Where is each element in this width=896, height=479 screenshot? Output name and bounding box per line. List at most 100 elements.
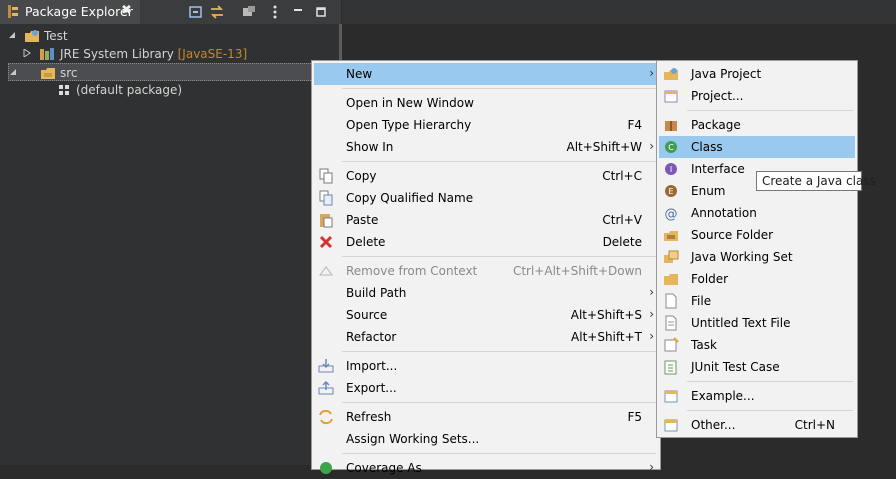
menu-item-open-in-new-window[interactable]: Open in New Window — [314, 92, 658, 114]
menu-item-paste[interactable]: Paste Ctrl+V — [314, 209, 658, 231]
tree-item-jre-library[interactable]: JRE System Library [JavaSE-13] — [0, 45, 339, 63]
menu-item-accelerator: Ctrl+C — [602, 169, 642, 183]
project-label: Test — [44, 29, 68, 43]
tooltip: Create a Java class — [756, 171, 876, 191]
collapse-all-icon[interactable] — [188, 4, 204, 20]
svg-text:I: I — [670, 165, 672, 174]
menu-item-new[interactable]: New › — [314, 63, 658, 85]
copy-icon — [319, 168, 333, 184]
default-package-label: (default package) — [76, 83, 183, 97]
menu-separator — [342, 402, 656, 403]
svg-text:C: C — [668, 143, 674, 152]
menu-item-label: New — [346, 67, 373, 81]
menu-item-copy[interactable]: Copy Ctrl+C — [314, 165, 658, 187]
source-folder-icon — [41, 68, 55, 79]
menu-item-label: Copy Qualified Name — [346, 191, 474, 205]
junit-test-case-icon — [664, 360, 677, 375]
view-menu-icon[interactable] — [267, 4, 283, 20]
tree-item-src[interactable]: src — [8, 63, 339, 81]
menu-item-accelerator: Ctrl+N — [794, 418, 835, 432]
tree-item-project[interactable]: Test — [0, 27, 339, 45]
submenu-item-example[interactable]: Example... — [659, 385, 855, 407]
menu-item-label: Assign Working Sets... — [346, 432, 480, 446]
menu-separator — [687, 410, 853, 411]
collapsed-twisty-icon[interactable] — [23, 49, 31, 57]
tab-title: Package Explorer — [25, 4, 133, 19]
menu-item-label: JUnit Test Case — [691, 360, 780, 374]
menu-item-accelerator: Alt+Shift+T — [571, 330, 642, 344]
package-icon — [59, 85, 69, 95]
copy-qualified-name-icon — [319, 190, 333, 206]
tree-item-default-package[interactable]: (default package) — [0, 81, 339, 99]
menu-item-label: Other... — [691, 418, 736, 432]
submenu-item-package[interactable]: Package — [659, 114, 855, 136]
submenu-arrow-icon: › — [649, 307, 654, 321]
menu-item-refresh[interactable]: Refresh F5 — [314, 406, 658, 428]
menu-item-label: Coverage As — [346, 461, 422, 475]
submenu-item-java-working-set[interactable]: Java Working Set — [659, 246, 855, 268]
menu-separator — [342, 453, 656, 454]
menu-item-source[interactable]: Source Alt+Shift+S › — [314, 304, 658, 326]
maximize-icon[interactable] — [313, 4, 329, 20]
menu-item-open-type-hierarchy[interactable]: Open Type Hierarchy F4 — [314, 114, 658, 136]
menu-item-delete[interactable]: Delete Delete — [314, 231, 658, 253]
paste-icon — [320, 214, 333, 228]
context-menu: New › Open in New Window Open Type Hiera… — [311, 60, 661, 475]
menu-item-label: Untitled Text File — [691, 316, 791, 330]
close-icon[interactable]: ✖ — [121, 3, 132, 18]
coverage-icon — [320, 462, 332, 474]
menu-item-copy-qualified-name[interactable]: Copy Qualified Name — [314, 187, 658, 209]
package-icon — [665, 121, 677, 131]
refresh-icon — [319, 409, 333, 425]
submenu-item-untitled-text-file[interactable]: Untitled Text File — [659, 312, 855, 334]
minimize-icon[interactable] — [290, 4, 306, 20]
menu-item-accelerator: Alt+Shift+W — [566, 140, 643, 154]
expanded-twisty-icon[interactable] — [8, 31, 16, 39]
menu-item-accelerator: F5 — [627, 410, 642, 424]
submenu-item-other[interactable]: Other... Ctrl+N — [659, 414, 855, 436]
expanded-twisty-icon[interactable] — [9, 68, 17, 76]
enum-icon: E — [665, 185, 677, 197]
link-with-editor-icon[interactable] — [209, 4, 225, 20]
jre-version-decoration: [JavaSE-13] — [177, 47, 248, 61]
menu-item-label: Refactor — [346, 330, 397, 344]
menu-item-label: Remove from Context — [346, 264, 478, 278]
menu-separator — [342, 351, 656, 352]
menu-item-accelerator: Ctrl+Alt+Shift+Down — [512, 264, 642, 278]
package-explorer-icon — [8, 5, 18, 18]
new-submenu: Java Project Project... Package C Class … — [656, 60, 858, 438]
submenu-item-source-folder[interactable]: Source Folder — [659, 224, 855, 246]
editor-tab-area — [342, 0, 896, 24]
menu-item-coverage-as[interactable]: Coverage As › — [314, 457, 658, 479]
menu-item-assign-working-sets[interactable]: Assign Working Sets... — [314, 428, 658, 450]
submenu-item-file[interactable]: File — [659, 290, 855, 312]
menu-item-accelerator: Alt+Shift+S — [570, 308, 642, 322]
menu-item-accelerator: F4 — [627, 118, 642, 132]
project-icon — [664, 90, 678, 103]
source-folder-icon — [664, 231, 678, 241]
menu-item-label: Delete — [346, 235, 386, 249]
menu-item-label: Build Path — [346, 286, 407, 300]
menu-item-export[interactable]: Export... — [314, 377, 658, 399]
menu-item-build-path[interactable]: Build Path › — [314, 282, 658, 304]
import-icon — [318, 359, 334, 373]
submenu-item-junit-test-case[interactable]: JUnit Test Case — [659, 356, 855, 378]
menu-item-label: Interface — [691, 162, 745, 176]
filters-icon[interactable] — [241, 4, 257, 20]
tab-package-explorer[interactable]: Package Explorer ✖ — [0, 0, 140, 24]
menu-item-label: Annotation — [691, 206, 757, 220]
package-explorer-panel: Package Explorer ✖ Test JRE System Libra… — [0, 0, 342, 465]
submenu-item-annotation[interactable]: @ Annotation — [659, 202, 855, 224]
menu-item-label: Paste — [346, 213, 379, 227]
menu-item-show-in[interactable]: Show In Alt+Shift+W › — [314, 136, 658, 158]
submenu-item-project[interactable]: Project... — [659, 85, 855, 107]
submenu-item-folder[interactable]: Folder — [659, 268, 855, 290]
submenu-item-task[interactable]: Task — [659, 334, 855, 356]
menu-item-label: Refresh — [346, 410, 392, 424]
submenu-item-class[interactable]: C Class — [659, 136, 855, 158]
menu-item-import[interactable]: Import... — [314, 355, 658, 377]
menu-item-remove-from-context: Remove from Context Ctrl+Alt+Shift+Down — [314, 260, 658, 282]
java-project-icon — [25, 30, 39, 42]
submenu-item-java-project[interactable]: Java Project — [659, 63, 855, 85]
menu-item-refactor[interactable]: Refactor Alt+Shift+T › — [314, 326, 658, 348]
